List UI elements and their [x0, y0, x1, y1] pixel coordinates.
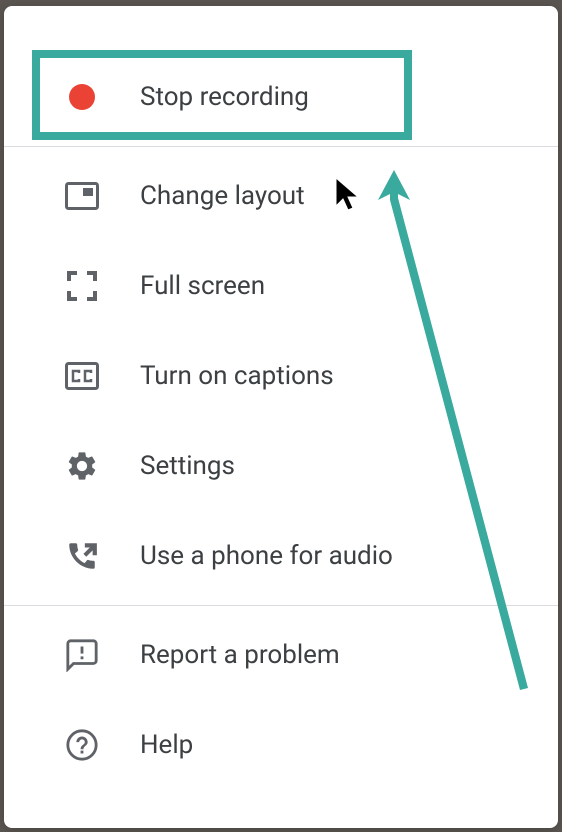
settings-label: Settings	[140, 451, 235, 481]
captions-icon	[62, 356, 102, 396]
captions-item[interactable]: Turn on captions	[4, 331, 558, 421]
options-menu: Stop recording Change layout Full screen	[4, 6, 558, 828]
settings-item[interactable]: Settings	[4, 421, 558, 511]
report-label: Report a problem	[140, 640, 340, 670]
gear-icon	[62, 446, 102, 486]
stop-recording-label: Stop recording	[140, 82, 309, 112]
full-screen-item[interactable]: Full screen	[4, 241, 558, 331]
phone-audio-label: Use a phone for audio	[140, 541, 393, 571]
record-icon	[62, 77, 102, 117]
help-icon	[62, 725, 102, 765]
feedback-icon	[62, 635, 102, 675]
change-layout-label: Change layout	[140, 181, 305, 211]
full-screen-label: Full screen	[140, 271, 265, 301]
stop-recording-item[interactable]: Stop recording	[4, 52, 558, 142]
help-item[interactable]: Help	[4, 700, 558, 790]
change-layout-item[interactable]: Change layout	[4, 151, 558, 241]
phone-icon	[62, 536, 102, 576]
help-label: Help	[140, 730, 193, 760]
fullscreen-icon	[62, 266, 102, 306]
layout-icon	[62, 176, 102, 216]
phone-audio-item[interactable]: Use a phone for audio	[4, 511, 558, 601]
captions-label: Turn on captions	[140, 361, 334, 391]
report-item[interactable]: Report a problem	[4, 610, 558, 700]
